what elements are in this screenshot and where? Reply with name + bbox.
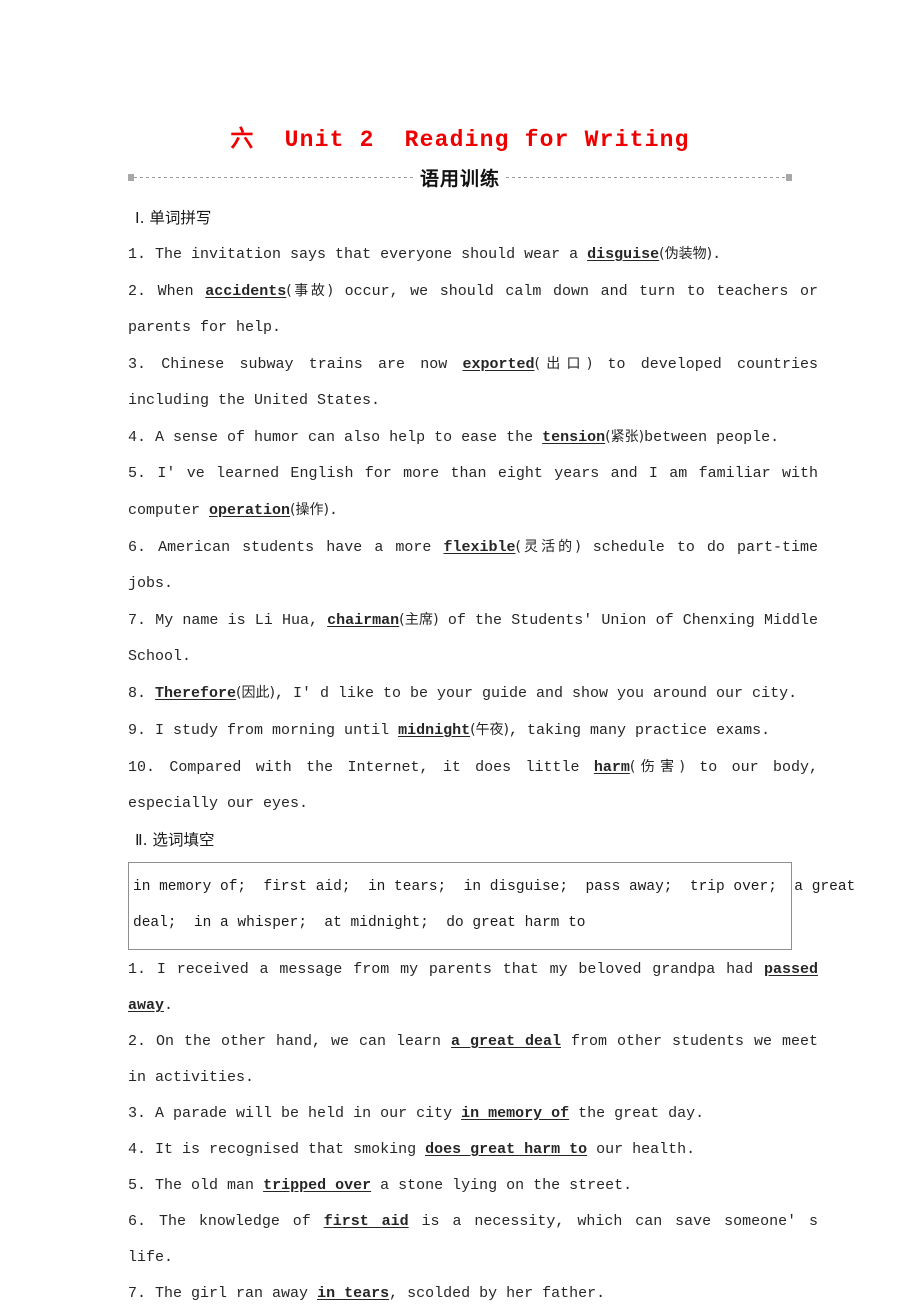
- question-item: 5. I' ve learned English for more than e…: [128, 456, 818, 529]
- item-gloss: (事故): [286, 283, 333, 299]
- question-item: 2. When accidents(事故) occur, we should c…: [128, 273, 818, 346]
- item-answer: harm: [593, 759, 630, 776]
- item-text-after: between people.: [644, 429, 780, 446]
- item-number: 7.: [128, 612, 147, 629]
- item-gloss: (灵活的): [515, 539, 581, 555]
- page-title: 六 Unit 2 Reading for Writing: [230, 127, 690, 153]
- item-text-before: American students have a more: [158, 539, 444, 556]
- item-answer: accidents: [205, 283, 287, 300]
- item-text-after: the great day.: [569, 1105, 705, 1122]
- item-text-before: My name is Li Hua,: [155, 612, 328, 629]
- item-text-after: a stone lying on the street.: [371, 1177, 633, 1194]
- item-answer: operation: [209, 502, 291, 519]
- item-text-before: Chinese subway trains are now: [161, 356, 463, 373]
- item-answer: exported: [462, 356, 535, 373]
- item-text-before: The old man: [155, 1177, 264, 1194]
- item-gloss: (午夜): [470, 722, 510, 738]
- question-item: 6. The knowledge of first aid is a neces…: [128, 1204, 818, 1276]
- item-text-before: It is recognised that smoking: [155, 1141, 426, 1158]
- item-answer: in tears: [317, 1285, 390, 1302]
- item-answer: a great deal: [451, 1033, 561, 1050]
- question-item: 9. I study from morning until midnight(午…: [128, 712, 818, 749]
- item-text-before: When: [157, 283, 206, 300]
- item-number: 2.: [128, 1033, 147, 1050]
- item-answer: midnight: [398, 722, 471, 739]
- item-gloss: (主席): [399, 612, 439, 628]
- banner-rule-right: [506, 176, 787, 178]
- item-text-after: our health.: [587, 1141, 696, 1158]
- banner-label: 语用训练: [420, 167, 501, 190]
- item-number: 10.: [128, 759, 156, 776]
- document-page: 六 Unit 2 Reading for Writing 语用训练 Ⅰ. 单词拼…: [0, 0, 920, 1302]
- question-item: 6. American students have a more flexibl…: [128, 529, 818, 602]
- item-text-before: On the other hand, we can learn: [156, 1033, 451, 1050]
- question-item: 3. Chinese subway trains are now exporte…: [128, 346, 818, 419]
- item-number: 8.: [128, 685, 147, 702]
- item-number: 4.: [128, 429, 147, 446]
- item-answer: does great harm to: [425, 1141, 588, 1158]
- item-answer: flexible: [443, 539, 516, 556]
- banner-rule-left: [134, 176, 414, 178]
- item-gloss: (出口): [534, 356, 593, 372]
- banner-cap-right: [786, 173, 793, 181]
- item-number: 3.: [128, 1105, 147, 1122]
- section-heading-1: Ⅰ. 单词拼写: [135, 209, 212, 227]
- item-answer: disguise: [587, 246, 660, 263]
- item-answer: in memory of: [461, 1105, 570, 1122]
- item-gloss: (操作): [290, 502, 329, 518]
- item-text-before: The girl ran away: [155, 1285, 318, 1302]
- item-text-before: I study from morning until: [155, 722, 399, 739]
- item-gloss: (紧张): [605, 429, 645, 445]
- item-text-before: Compared with the Internet, it does litt…: [169, 759, 594, 776]
- item-text-before: A sense of humor can also help to ease t…: [155, 429, 543, 446]
- question-item: 4. It is recognised that smoking does gr…: [128, 1132, 818, 1168]
- item-text-after: .: [328, 502, 338, 519]
- question-item: 8. Therefore(因此), I' d like to be your g…: [128, 675, 818, 712]
- item-text-before: A parade will be held in our city: [155, 1105, 462, 1122]
- item-number: 4.: [128, 1141, 147, 1158]
- word-bank-line: in memory of; first aid; in tears; in di…: [133, 879, 856, 895]
- section-banner: 语用训练: [128, 163, 793, 191]
- question-item: 1. The invitation says that everyone sho…: [128, 236, 818, 273]
- item-number: 3.: [128, 356, 147, 373]
- document-content: Ⅰ. 单词拼写 1. The invitation says that ever…: [128, 200, 856, 1312]
- item-text-after: , scolded by her father.: [389, 1285, 606, 1302]
- item-gloss: (伤害): [629, 759, 685, 775]
- item-answer: tripped over: [263, 1177, 372, 1194]
- item-number: 2.: [128, 283, 147, 300]
- item-number: 5.: [128, 465, 147, 482]
- question-item: 1. I received a message from my parents …: [128, 952, 818, 1024]
- item-answer: chairman: [327, 612, 400, 629]
- word-bank-box: in memory of; first aid; in tears; in di…: [128, 862, 856, 950]
- item-number: 6.: [128, 539, 147, 556]
- item-text-before: The invitation says that everyone should…: [155, 246, 588, 263]
- item-number: 6.: [128, 1213, 147, 1230]
- question-item: 3. A parade will be held in our city in …: [128, 1096, 818, 1132]
- item-number: 1.: [128, 246, 147, 263]
- item-answer: first aid: [323, 1213, 409, 1230]
- section-heading-2: Ⅱ. 选词填空: [135, 831, 215, 849]
- word-bank-line: deal; in a whisper; at midnight; do grea…: [133, 915, 586, 931]
- item-answer: Therefore: [155, 685, 237, 702]
- question-item: 7. My name is Li Hua, chairman(主席) of th…: [128, 602, 818, 675]
- item-text-after: , taking many practice exams.: [509, 722, 771, 739]
- item-number: 5.: [128, 1177, 147, 1194]
- question-item: 2. On the other hand, we can learn a gre…: [128, 1024, 818, 1096]
- item-gloss: (因此): [236, 685, 275, 701]
- item-gloss: (伪装物): [659, 246, 713, 262]
- question-item: 4. A sense of humor can also help to eas…: [128, 419, 818, 456]
- question-item: 7. The girl ran away in tears, scolded b…: [128, 1276, 818, 1312]
- item-number: 1.: [128, 961, 147, 978]
- question-item: 10. Compared with the Internet, it does …: [128, 749, 818, 822]
- item-number: 7.: [128, 1285, 147, 1302]
- item-text-after: .: [164, 997, 174, 1014]
- item-text-before: I received a message from my parents tha…: [156, 961, 764, 978]
- item-number: 9.: [128, 722, 147, 739]
- item-answer: tension: [542, 429, 606, 446]
- item-text-after: .: [712, 246, 722, 263]
- question-item: 5. The old man tripped over a stone lyin…: [128, 1168, 818, 1204]
- item-text-after: , I' d like to be your guide and show yo…: [274, 685, 798, 702]
- item-text-before: The knowledge of: [158, 1213, 324, 1230]
